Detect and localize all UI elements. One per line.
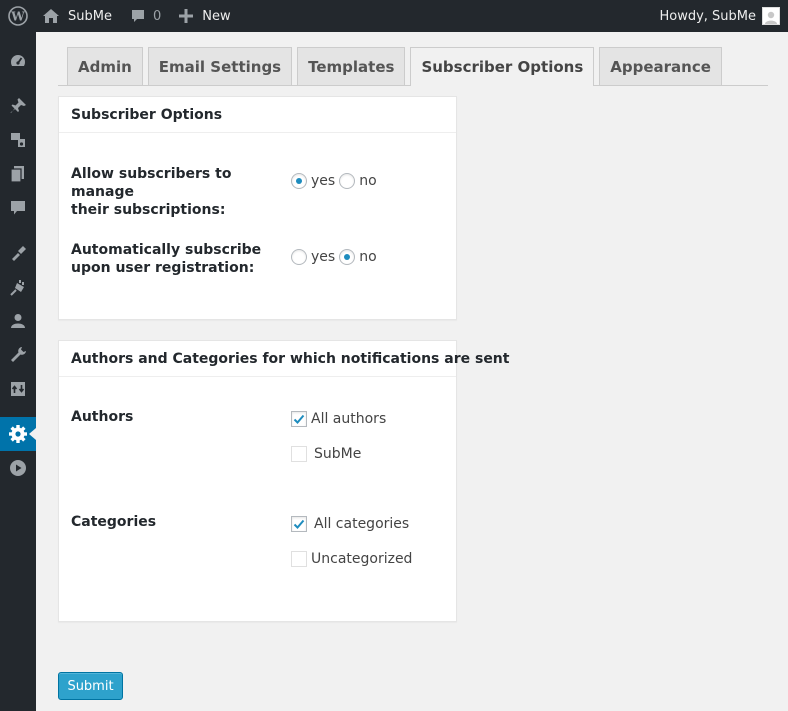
comments-count: 0 [152, 8, 162, 24]
subscriber-options-box: Subscriber Options Allow subscribers to … [58, 96, 457, 320]
auto-no-radio[interactable] [339, 249, 356, 265]
appearance-icon[interactable] [0, 236, 36, 270]
home-icon [43, 9, 59, 23]
manage-yes-label[interactable]: yes [311, 173, 335, 189]
auto-subscribe-label: Automatically subscribe upon user regist… [71, 242, 262, 276]
categories-label: Categories [71, 514, 157, 530]
auto-yes-radio[interactable] [291, 249, 307, 265]
notifications-box: Authors and Categories for which notific… [58, 340, 509, 622]
checkmark-icon [293, 519, 305, 529]
play-icon[interactable] [0, 451, 36, 485]
comments-icon[interactable] [0, 191, 36, 225]
pages-icon[interactable] [0, 157, 36, 191]
howdy-text: Howdy, SubMe [659, 8, 756, 24]
wordpress-logo-icon[interactable]: W [0, 0, 36, 32]
plus-icon [179, 9, 194, 23]
svg-text:W: W [10, 10, 25, 24]
categories-row: Categories All categories Uncategorized [71, 513, 446, 583]
settings-icon[interactable] [0, 417, 36, 451]
manage-subscriptions-label: Allow subscribers to manage their subscr… [71, 166, 232, 218]
submit-button[interactable]: Submit [58, 672, 123, 700]
users-icon[interactable] [0, 304, 36, 338]
subme-author-label[interactable]: SubMe [314, 446, 361, 462]
all-categories-checkbox[interactable] [291, 516, 307, 532]
subme-author-checkbox[interactable] [291, 446, 307, 462]
site-name: SubMe [68, 8, 112, 24]
manage-no-radio[interactable] [339, 173, 356, 189]
tab-subscriber-options[interactable]: Subscriber Options [410, 47, 595, 86]
auto-yes-label[interactable]: yes [311, 249, 335, 265]
admin-bar: W SubMe 0 New Howdy, SubMe [0, 0, 788, 32]
tab-appearance[interactable]: Appearance [599, 47, 722, 85]
manage-subscriptions-field: yes no [291, 173, 381, 189]
auto-subscribe-row: Automatically subscribe upon user regist… [71, 241, 446, 277]
authors-subme-option: SubMe [291, 446, 365, 462]
categories-uncategorized-option: Uncategorized [291, 551, 416, 567]
uncategorized-label[interactable]: Uncategorized [311, 551, 412, 567]
pin-icon[interactable] [0, 89, 36, 123]
uncategorized-checkbox[interactable] [291, 551, 307, 567]
dashboard-icon[interactable] [0, 44, 36, 78]
comment-bubble-icon [131, 10, 144, 22]
tab-templates[interactable]: Templates [297, 47, 406, 85]
comments-link[interactable]: 0 [130, 0, 161, 32]
authors-all-option: All authors [291, 411, 390, 427]
admin-side-menu [0, 32, 36, 711]
all-authors-checkbox[interactable] [291, 411, 307, 427]
my-account-link[interactable]: Howdy, SubMe [659, 0, 780, 32]
notifications-title: Authors and Categories for which notific… [59, 341, 509, 377]
subscriber-options-title: Subscriber Options [59, 97, 456, 133]
manage-no-label[interactable]: no [359, 173, 376, 189]
site-name-link[interactable]: SubMe [42, 0, 112, 32]
categories-all-option: All categories [291, 516, 413, 532]
new-content-link[interactable]: New [179, 0, 231, 32]
authors-row: Authors All authors SubMe [71, 408, 446, 478]
tools-icon[interactable] [0, 338, 36, 372]
checkmark-icon [293, 414, 305, 424]
manage-yes-radio[interactable] [291, 173, 307, 189]
import-export-icon[interactable] [0, 372, 36, 406]
plugins-icon[interactable] [0, 270, 36, 304]
tab-admin[interactable]: Admin [67, 47, 143, 85]
user-silhouette-icon [765, 11, 777, 24]
tab-email-settings[interactable]: Email Settings [147, 47, 293, 85]
authors-label: Authors [71, 409, 134, 425]
new-label: New [202, 8, 231, 24]
auto-no-label[interactable]: no [359, 249, 376, 265]
all-authors-label[interactable]: All authors [311, 411, 386, 427]
media-icon[interactable] [0, 123, 36, 157]
avatar [762, 7, 780, 25]
auto-subscribe-field: yes no [291, 249, 381, 265]
manage-subscriptions-row: Allow subscribers to manage their subscr… [71, 165, 446, 218]
settings-tabs: Admin Email Settings Templates Subscribe… [58, 47, 768, 86]
all-categories-label[interactable]: All categories [314, 516, 409, 532]
